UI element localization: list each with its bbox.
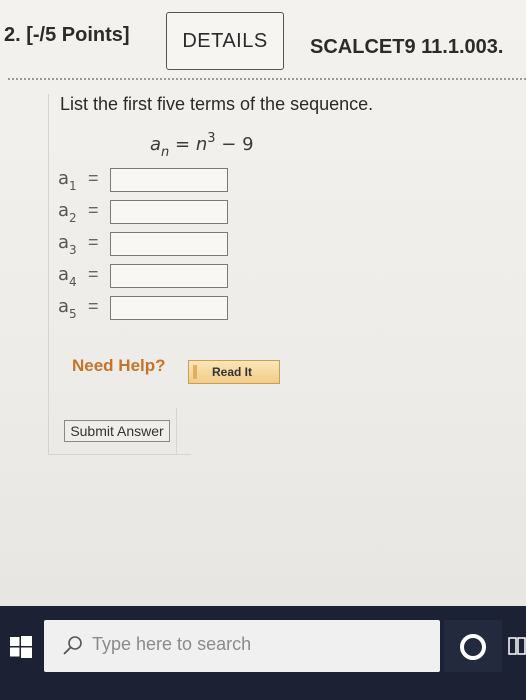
answer-input-a4[interactable] — [110, 264, 228, 288]
term-row-1: a1 = — [58, 168, 238, 198]
equals-sign: = — [88, 296, 99, 316]
question-header: 2. [-/5 Points] DETAILS SCALCET9 11.1.00… — [0, 0, 526, 80]
term-sub: 1 — [69, 179, 77, 193]
term-label-3: a3 — [58, 232, 77, 257]
answer-input-a5[interactable] — [110, 296, 228, 320]
term-base: a — [58, 200, 70, 221]
equals-sign: = — [88, 232, 99, 252]
term-base: a — [58, 296, 70, 317]
term-label-5: a5 — [58, 296, 77, 321]
formula-var: n — [195, 134, 208, 155]
answer-input-a3[interactable] — [110, 232, 228, 256]
read-it-accent — [193, 365, 197, 379]
taskbar-search-box[interactable]: Type here to search — [44, 620, 440, 672]
browser-viewport: 2. [-/5 Points] DETAILS SCALCET9 11.1.00… — [0, 0, 526, 606]
term-base: a — [58, 264, 70, 285]
windows-taskbar: Type here to search — [0, 606, 526, 700]
term-label-2: a2 — [58, 200, 77, 225]
term-label-4: a4 — [58, 264, 77, 289]
cortana-ring-icon — [460, 634, 486, 660]
sequence-formula: an = n3 − 9 — [150, 131, 254, 160]
term-row-5: a5 = — [58, 296, 238, 326]
read-it-label: Read It — [211, 365, 252, 379]
term-sub: 5 — [69, 307, 77, 321]
need-help-label: Need Help? — [72, 356, 166, 375]
term-sub: 4 — [69, 275, 77, 289]
equals-sign: = — [88, 168, 99, 188]
term-sub: 3 — [69, 243, 77, 257]
task-view-icon[interactable] — [508, 636, 526, 656]
answer-input-a2[interactable] — [110, 200, 228, 224]
cortana-button[interactable] — [444, 620, 502, 672]
term-base: a — [58, 232, 70, 253]
question-points: 2. [-/5 Points] — [4, 24, 130, 46]
problem-code: SCALCET9 11.1.003. — [310, 36, 504, 58]
read-it-button[interactable]: Read It — [188, 360, 280, 384]
formula-lhs-sub: n — [161, 145, 170, 160]
answer-input-a1[interactable] — [110, 168, 228, 192]
magnifier-icon — [63, 636, 82, 655]
term-label-1: a1 — [58, 168, 77, 193]
term-row-2: a2 = — [58, 200, 238, 230]
term-row-4: a4 = — [58, 264, 238, 294]
question-prompt: List the first five terms of the sequenc… — [60, 94, 374, 114]
equals-sign: = — [88, 200, 99, 220]
formula-equals: = — [175, 134, 191, 155]
submit-answer-button[interactable]: Submit Answer — [64, 420, 170, 442]
equals-sign: = — [88, 264, 99, 284]
formula-rest: − 9 — [221, 134, 254, 155]
term-row-3: a3 = — [58, 232, 238, 262]
term-sub: 2 — [69, 211, 77, 225]
formula-exponent: 3 — [207, 131, 216, 146]
windows-logo-icon[interactable] — [10, 636, 32, 658]
submit-frame-divider — [176, 408, 189, 454]
details-button[interactable]: DETAILS — [166, 12, 284, 70]
search-placeholder: Type here to search — [92, 634, 252, 654]
formula-lhs-base: a — [150, 134, 162, 155]
header-divider — [8, 78, 526, 80]
term-base: a — [58, 168, 70, 189]
